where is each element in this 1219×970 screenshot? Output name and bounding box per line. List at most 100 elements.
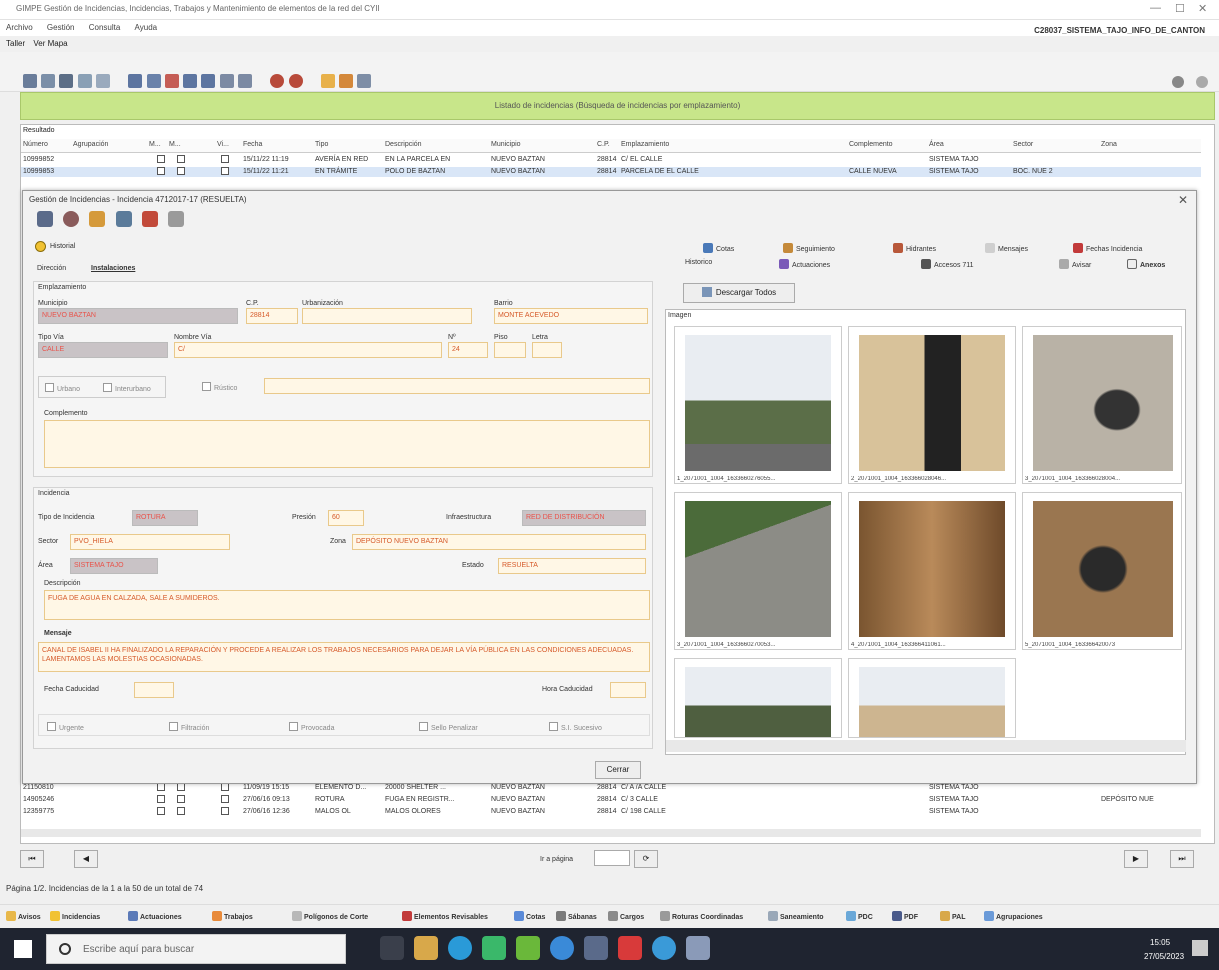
maximize-button[interactable]: ☐ xyxy=(1175,2,1185,15)
check-icon[interactable] xyxy=(219,74,234,88)
tab-taller[interactable]: Taller xyxy=(6,39,25,48)
tab-hidrantes[interactable]: Hidrantes xyxy=(893,243,936,253)
col-municipio[interactable]: Municipio xyxy=(491,141,521,148)
export-icon[interactable] xyxy=(183,74,198,88)
gimpe-app-icon[interactable] xyxy=(686,936,710,960)
checkbox-m2[interactable] xyxy=(177,155,185,163)
table-row[interactable]: 10999852 15/11/22 11:19 AVERÍA EN RED EN… xyxy=(21,155,1201,165)
module-actuaciones[interactable]: Actuaciones xyxy=(128,911,182,921)
hora-caducidad-field[interactable] xyxy=(610,682,646,698)
warning-icon[interactable] xyxy=(320,74,335,88)
image-thumb[interactable] xyxy=(674,658,842,738)
col-sector[interactable]: Sector xyxy=(1013,141,1033,148)
tools-icon[interactable] xyxy=(168,211,185,227)
module-cargos[interactable]: Cargos xyxy=(608,911,644,921)
image-thumb[interactable]: 3_2071001_1004_163366028004... xyxy=(1022,326,1182,484)
file-explorer-icon[interactable] xyxy=(414,936,438,960)
checkbox-m1[interactable] xyxy=(157,155,165,163)
checkbox-vi[interactable] xyxy=(221,783,229,791)
table-row[interactable]: 21150810 11/09/19 15:15 ELEMENTO D... 20… xyxy=(21,783,1201,793)
num-field[interactable]: 24 xyxy=(448,342,488,358)
checkbox-m2[interactable] xyxy=(177,167,185,175)
module-elementos[interactable]: Elementos Revisables xyxy=(402,911,488,921)
windows-start-icon[interactable] xyxy=(14,940,32,958)
save-icon[interactable] xyxy=(37,211,53,227)
col-area[interactable]: Área xyxy=(929,141,944,148)
image-thumb[interactable]: 4_2071001_1004_163366411061... xyxy=(848,492,1016,650)
table-icon[interactable] xyxy=(95,74,110,88)
goto-page-input[interactable] xyxy=(594,850,630,866)
checkbox-m2[interactable] xyxy=(177,795,185,803)
rustico-field[interactable] xyxy=(264,378,650,394)
first-page-button[interactable]: ⏮ xyxy=(20,850,44,868)
sort-icon[interactable] xyxy=(146,74,161,88)
zona-field[interactable]: DEPÓSITO NUEVO BAZTAN xyxy=(352,534,646,550)
map-icon[interactable] xyxy=(270,74,285,88)
checkbox-m2[interactable] xyxy=(177,807,185,815)
filter-icon[interactable] xyxy=(128,74,143,88)
grid-icon[interactable] xyxy=(77,74,92,88)
minimize-button[interactable]: — xyxy=(1150,2,1161,14)
menu-ayuda[interactable]: Ayuda xyxy=(135,23,158,32)
task-view-icon[interactable] xyxy=(380,936,404,960)
barrio-field[interactable]: MONTE ACEVEDO xyxy=(494,308,648,324)
historial-label[interactable]: Historial xyxy=(50,243,75,250)
col-agrupacion[interactable]: Agrupación xyxy=(73,141,108,148)
module-sabanas[interactable]: Sábanas xyxy=(556,911,597,921)
horizontal-scrollbar[interactable] xyxy=(21,829,1201,837)
close-window-button[interactable]: ✕ xyxy=(1198,2,1207,15)
cp-field[interactable]: 28814 xyxy=(246,308,298,324)
chrome-icon[interactable] xyxy=(482,936,506,960)
flag-icon[interactable] xyxy=(141,211,158,227)
menu-consulta[interactable]: Consulta xyxy=(89,23,121,32)
checkbox-vi[interactable] xyxy=(221,795,229,803)
table-row[interactable]: 10999853 15/11/22 11:21 EN TRÁMITE POLO … xyxy=(21,167,1201,177)
new-icon[interactable] xyxy=(23,74,37,88)
goto-page-button[interactable]: ⟳ xyxy=(634,850,658,868)
checkbox-vi[interactable] xyxy=(221,807,229,815)
checkbox-m1[interactable] xyxy=(157,807,165,815)
table-row[interactable]: 12359775 27/06/16 12:36 MALOS OL MALOS O… xyxy=(21,807,1201,817)
pdf-app-icon[interactable] xyxy=(618,936,642,960)
alert-icon[interactable] xyxy=(339,74,354,88)
search-icon[interactable] xyxy=(357,74,372,88)
checkbox-m1[interactable] xyxy=(157,167,165,175)
descargar-todos-button[interactable]: Descargar Todos xyxy=(683,283,795,303)
tab-actuaciones[interactable]: Actuaciones xyxy=(779,259,830,269)
mensaje-field[interactable]: CANAL DE ISABEL II HA FINALIZADO LA REPA… xyxy=(38,642,650,672)
si-sucesivo-checkbox[interactable]: S.I. Sucesivo xyxy=(549,722,602,732)
ie-icon[interactable] xyxy=(652,936,676,960)
col-descripcion[interactable]: Descripción xyxy=(385,141,422,148)
module-pdc[interactable]: PDC xyxy=(846,911,873,921)
image-thumb[interactable]: 5_2071001_1004_163366420073 xyxy=(1022,492,1182,650)
taskbar-search[interactable]: Escribe aquí para buscar xyxy=(46,934,346,964)
next-page-button[interactable]: ▶ xyxy=(1124,850,1148,868)
image-thumb[interactable]: 2_2071001_1004_163366028046... xyxy=(848,326,1016,484)
module-trabajos[interactable]: Trabajos xyxy=(212,911,253,921)
col-m1[interactable]: M... xyxy=(149,141,161,148)
col-numero[interactable]: Número xyxy=(23,141,48,148)
checkbox-vi[interactable] xyxy=(221,155,229,163)
checkbox-vi[interactable] xyxy=(221,167,229,175)
menu-archivo[interactable]: Archivo xyxy=(6,23,33,32)
images-scrollbar[interactable] xyxy=(666,740,1186,752)
print-icon[interactable] xyxy=(59,74,74,88)
image-thumb[interactable]: 1_2071001_1004_1633660276055... xyxy=(674,326,842,484)
cerrar-button[interactable]: Cerrar xyxy=(595,761,641,779)
import-icon[interactable] xyxy=(201,74,216,88)
module-roturas[interactable]: Roturas Coordinadas xyxy=(660,911,743,921)
nombrevia-field[interactable]: C/ xyxy=(174,342,442,358)
interurbano-checkbox[interactable]: Interurbano xyxy=(103,383,151,393)
provocada-checkbox[interactable]: Provocada xyxy=(289,722,334,732)
tab-seguimiento[interactable]: Seguimiento xyxy=(783,243,835,253)
checkbox-m1[interactable] xyxy=(157,783,165,791)
module-incidencias[interactable]: Incidencias xyxy=(50,911,100,921)
col-m2[interactable]: M... xyxy=(169,141,181,148)
notification-icon[interactable] xyxy=(1192,940,1208,956)
tab-anexos[interactable]: Anexos xyxy=(1127,259,1165,269)
col-vi[interactable]: Vi... xyxy=(217,141,229,148)
checkbox-m2[interactable] xyxy=(177,783,185,791)
browser-icon[interactable] xyxy=(550,936,574,960)
urgente-checkbox[interactable]: Urgente xyxy=(47,722,84,732)
col-emplazamiento[interactable]: Emplazamiento xyxy=(621,141,669,148)
